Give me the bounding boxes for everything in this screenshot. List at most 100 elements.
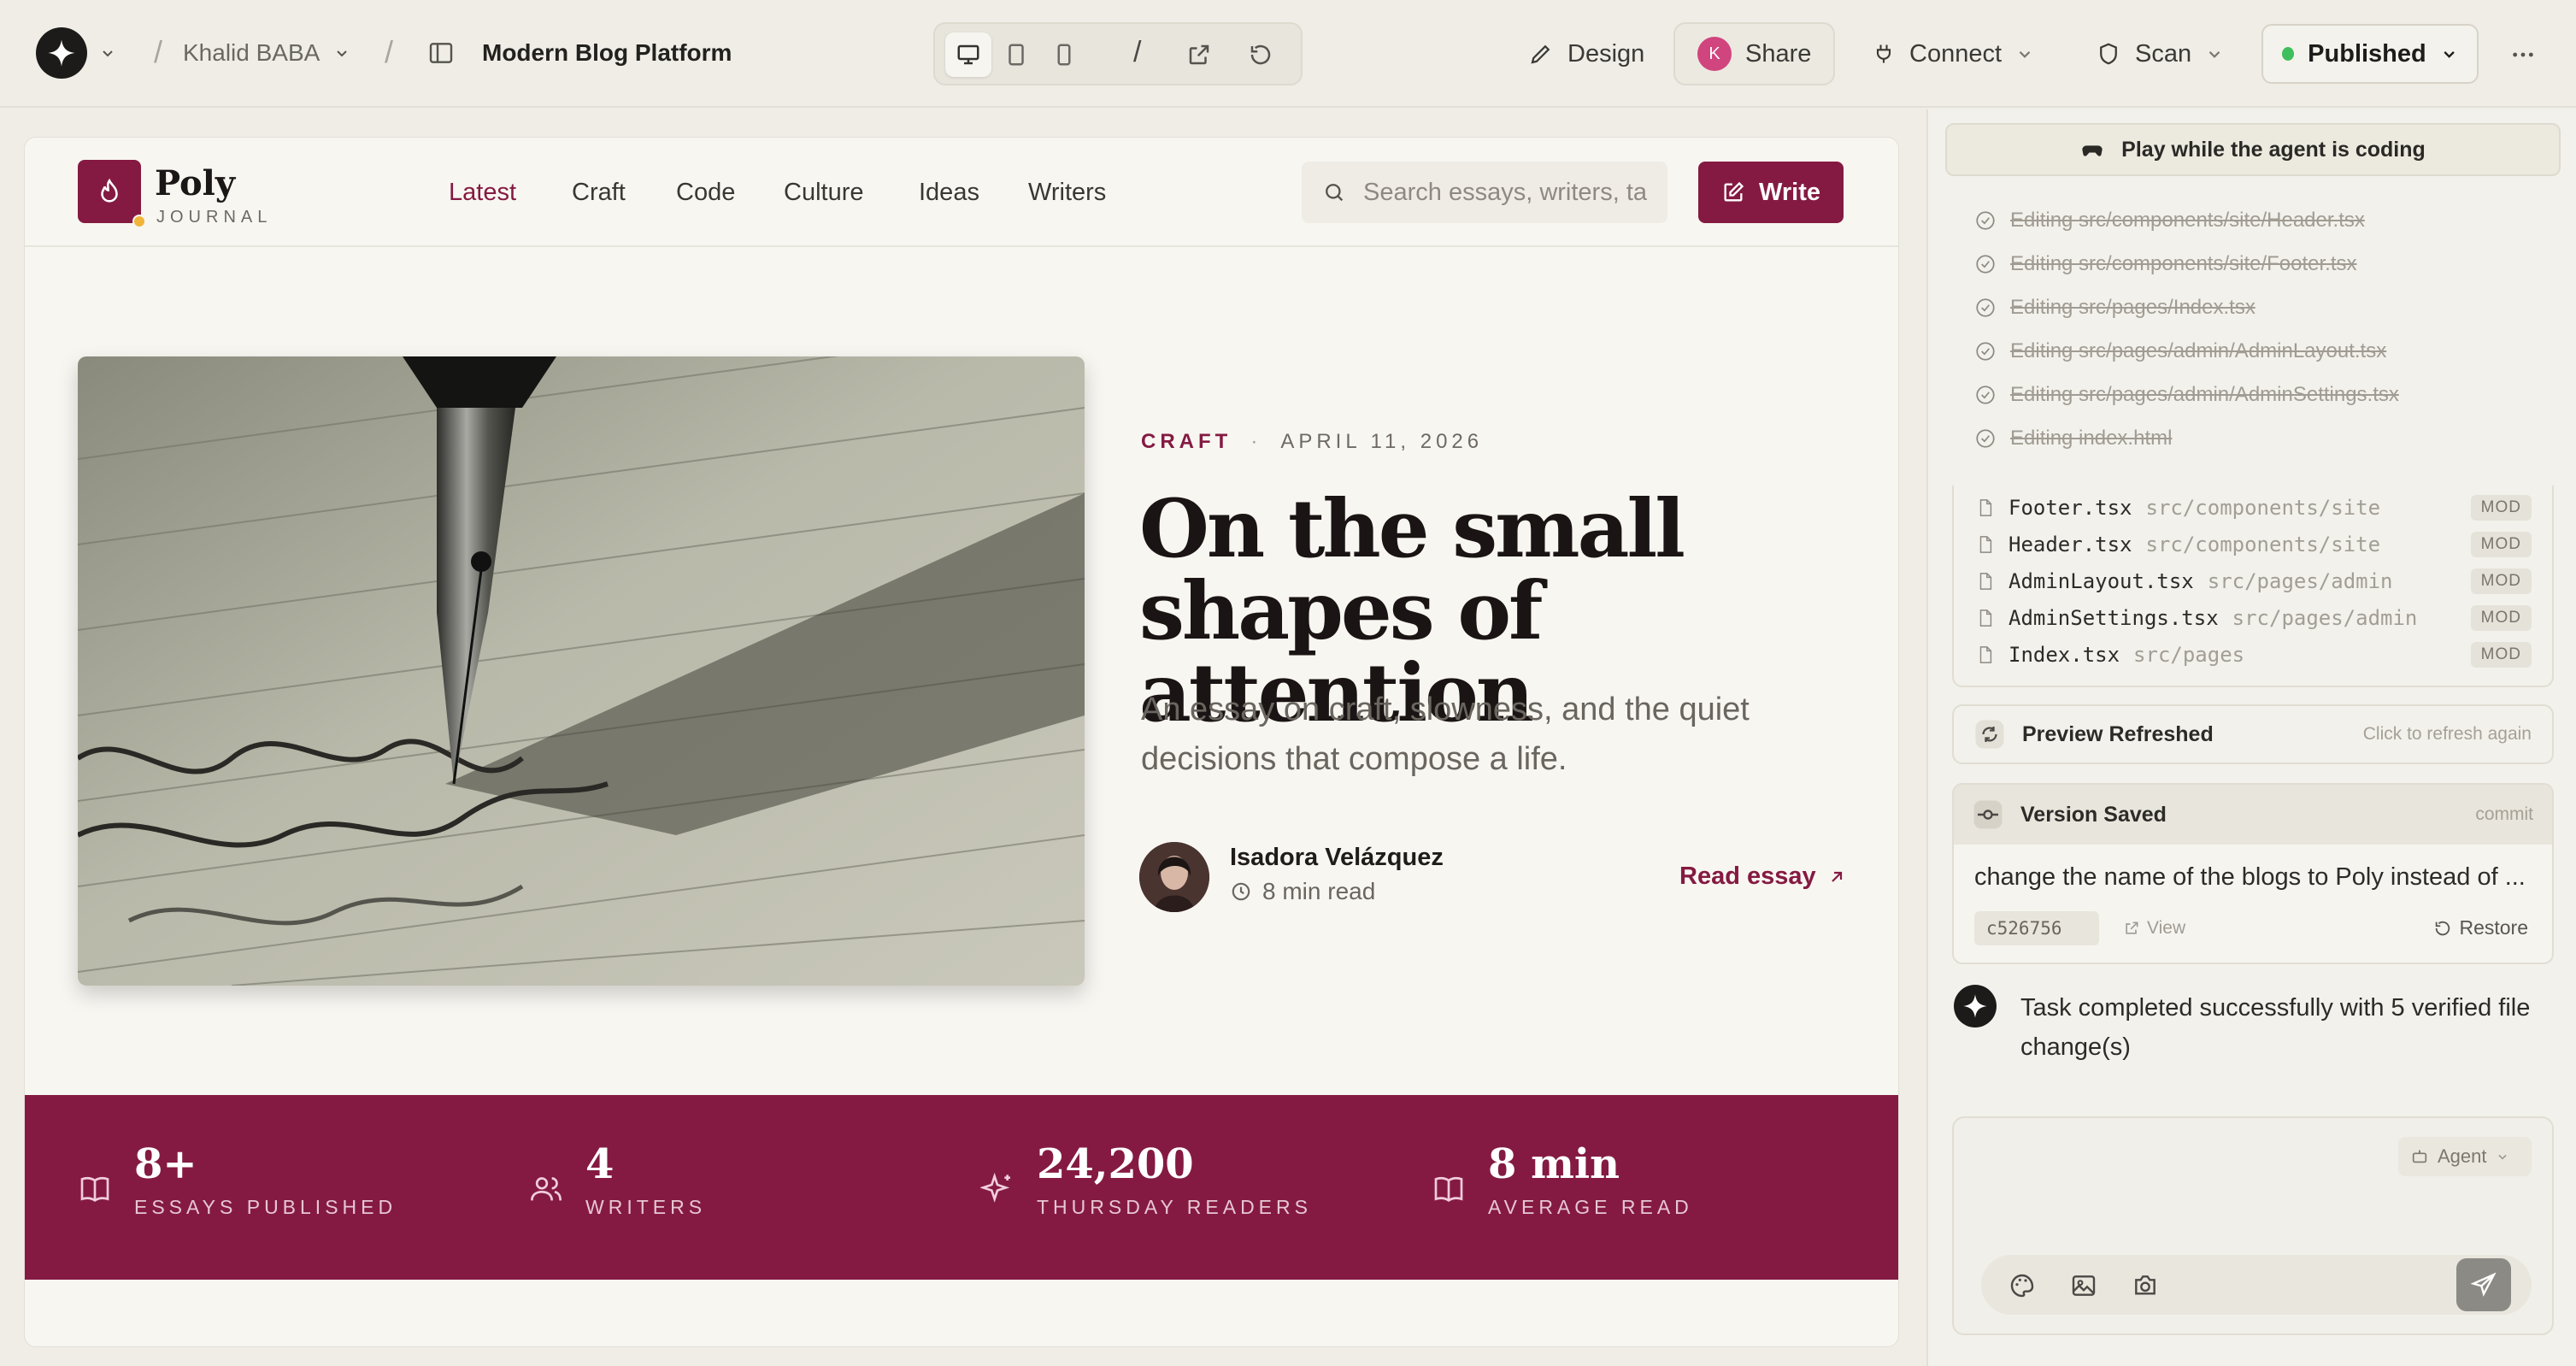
- app-logo-icon[interactable]: [36, 27, 87, 79]
- nav-culture[interactable]: Culture: [784, 179, 864, 207]
- hero-category[interactable]: CRAFT: [1141, 430, 1232, 454]
- read-essay-label: Read essay: [1679, 863, 1816, 890]
- published-label: Published: [2308, 39, 2426, 68]
- hero-image[interactable]: [78, 356, 1085, 986]
- agent-message: Task completed successfully with 5 verif…: [2020, 994, 2531, 1061]
- chevron-down-icon: [2019, 51, 2031, 58]
- nav-ideas[interactable]: Ideas: [919, 179, 979, 207]
- nav-craft[interactable]: Craft: [572, 179, 626, 207]
- commit-hash[interactable]: c526756: [1974, 911, 2099, 945]
- refresh-title: Preview Refreshed: [2022, 721, 2214, 746]
- desktop-view-button[interactable]: [945, 32, 991, 77]
- more-menu-icon[interactable]: [2509, 41, 2537, 68]
- check-circle-icon: [1976, 429, 1995, 448]
- file-name: AdminLayout.tsx: [2008, 569, 2194, 593]
- file-row[interactable]: Index.tsx src/pages MOD: [1976, 639, 2532, 670]
- refresh-icon[interactable]: [1238, 32, 1284, 77]
- open-external-icon[interactable]: [1176, 32, 1222, 77]
- task-label: Editing src/components/site/Header.tsx: [2010, 209, 2365, 232]
- breadcrumb-separator: /: [154, 34, 163, 69]
- users-icon: [531, 1177, 562, 1201]
- author-avatar[interactable]: [1139, 842, 1209, 912]
- edit-icon: [1724, 181, 1744, 202]
- design-label: Design: [1567, 39, 1645, 68]
- version-message: change the name of the blogs to Poly ins…: [1974, 863, 2526, 891]
- scan-label: Scan: [2135, 39, 2192, 68]
- breadcrumb-separator: /: [385, 34, 394, 69]
- published-dropdown[interactable]: Published: [2261, 24, 2479, 84]
- file-path: src/pages/admin: [2232, 606, 2418, 630]
- scan-button[interactable]: Scan: [2073, 22, 2246, 85]
- preview-refreshed-card[interactable]: Preview Refreshed Click to refresh again: [1952, 704, 2554, 764]
- nav-code[interactable]: Code: [676, 179, 735, 207]
- image-icon[interactable]: [2070, 1272, 2097, 1299]
- task-item: Editing src/pages/admin/AdminLayout.tsx: [1974, 339, 2386, 363]
- write-button[interactable]: Write: [1698, 162, 1844, 223]
- chevron-down-icon: [2444, 51, 2455, 58]
- read-time: 8 min read: [1230, 878, 1375, 905]
- task-label: Editing src/pages/admin/AdminLayout.tsx: [2010, 339, 2387, 362]
- plug-icon: [1876, 44, 1891, 63]
- route-path[interactable]: /: [1133, 36, 1141, 69]
- read-essay-link[interactable]: Read essay: [1679, 863, 1847, 891]
- nav-writers[interactable]: Writers: [1028, 179, 1106, 207]
- stats-band: 8+ ESSAYS PUBLISHED 4 WRITERS 24,200 THURSD…: [25, 1095, 1898, 1280]
- mobile-view-button[interactable]: [1041, 32, 1087, 77]
- file-path: src/pages/admin: [2207, 569, 2393, 593]
- project-name[interactable]: Modern Blog Platform: [482, 39, 732, 67]
- task-item: Editing src/components/site/Footer.tsx: [1974, 252, 2357, 276]
- share-button[interactable]: K Share: [1673, 22, 1836, 85]
- search-input[interactable]: Search essays, writers, ta: [1302, 162, 1667, 223]
- view-link[interactable]: View: [2123, 918, 2185, 939]
- file-row[interactable]: Footer.tsx src/components/site MOD: [1976, 492, 2532, 523]
- restore-button[interactable]: Restore: [2433, 916, 2528, 939]
- brand-status-dot: [132, 215, 146, 228]
- file-path: src/components/site: [2145, 533, 2381, 556]
- design-button[interactable]: Design: [1506, 22, 1667, 85]
- mod-badge: MOD: [2470, 495, 2532, 521]
- task-label: Editing src/components/site/Footer.tsx: [2010, 252, 2357, 275]
- viewport-switcher: /: [933, 22, 1303, 85]
- agent-mode-select[interactable]: Agent: [2398, 1137, 2532, 1176]
- check-circle-icon: [1976, 211, 1995, 230]
- play-while-coding-button[interactable]: Play while the agent is coding: [1945, 123, 2561, 176]
- send-icon: [2470, 1272, 2497, 1297]
- palette-icon[interactable]: [2008, 1272, 2036, 1299]
- camera-icon[interactable]: [2132, 1272, 2159, 1299]
- stat-value: 8 min: [1488, 1140, 1620, 1188]
- file-icon: [1979, 646, 1992, 663]
- external-link-icon: [2126, 921, 2138, 934]
- file-row[interactable]: Header.tsx src/components/site MOD: [1976, 529, 2532, 560]
- user-name[interactable]: Khalid BABA: [183, 39, 320, 67]
- avatar: K: [1697, 37, 1732, 71]
- check-circle-icon: [1976, 298, 1995, 317]
- mod-badge: MOD: [2470, 642, 2532, 668]
- user-chevron-down-icon[interactable]: [333, 44, 350, 62]
- mod-badge: MOD: [2470, 568, 2532, 594]
- composer-toolbar: [1981, 1255, 2532, 1315]
- file-name: Footer.tsx: [2008, 496, 2132, 520]
- connect-button[interactable]: Connect: [1850, 22, 2056, 85]
- file-row[interactable]: AdminSettings.tsx src/pages/admin MOD: [1976, 603, 2532, 633]
- stat-writers: 4 WRITERS: [529, 1141, 706, 1219]
- logo-chevron-down-icon[interactable]: [99, 44, 116, 62]
- sidebar-toggle-icon[interactable]: [427, 39, 455, 67]
- chevron-down-icon: [2208, 51, 2220, 58]
- stat-readers: 24,200 THURSDAY READERS: [980, 1141, 1312, 1219]
- brand-logo-icon[interactable]: [78, 160, 141, 223]
- write-label: Write: [1759, 178, 1820, 206]
- nav-latest[interactable]: Latest: [449, 179, 516, 207]
- brand-name[interactable]: Poly: [155, 163, 235, 203]
- play-label: Play while the agent is coding: [2121, 137, 2426, 162]
- stat-label: THURSDAY READERS: [1037, 1196, 1312, 1218]
- file-row[interactable]: AdminLayout.tsx src/pages/admin MOD: [1976, 566, 2532, 597]
- refresh-hint: Click to refresh again: [2362, 724, 2532, 744]
- book-open-icon: [1434, 1176, 1463, 1202]
- send-button[interactable]: [2456, 1258, 2511, 1311]
- stat-avg-read: 8 min AVERAGE READ: [1432, 1141, 1693, 1219]
- stat-label: ESSAYS PUBLISHED: [134, 1196, 397, 1218]
- tablet-view-button[interactable]: [993, 32, 1039, 77]
- author-name[interactable]: Isadora Velázquez: [1230, 844, 1444, 872]
- version-hint: commit: [2475, 804, 2533, 824]
- gamepad-icon: [2082, 145, 2103, 156]
